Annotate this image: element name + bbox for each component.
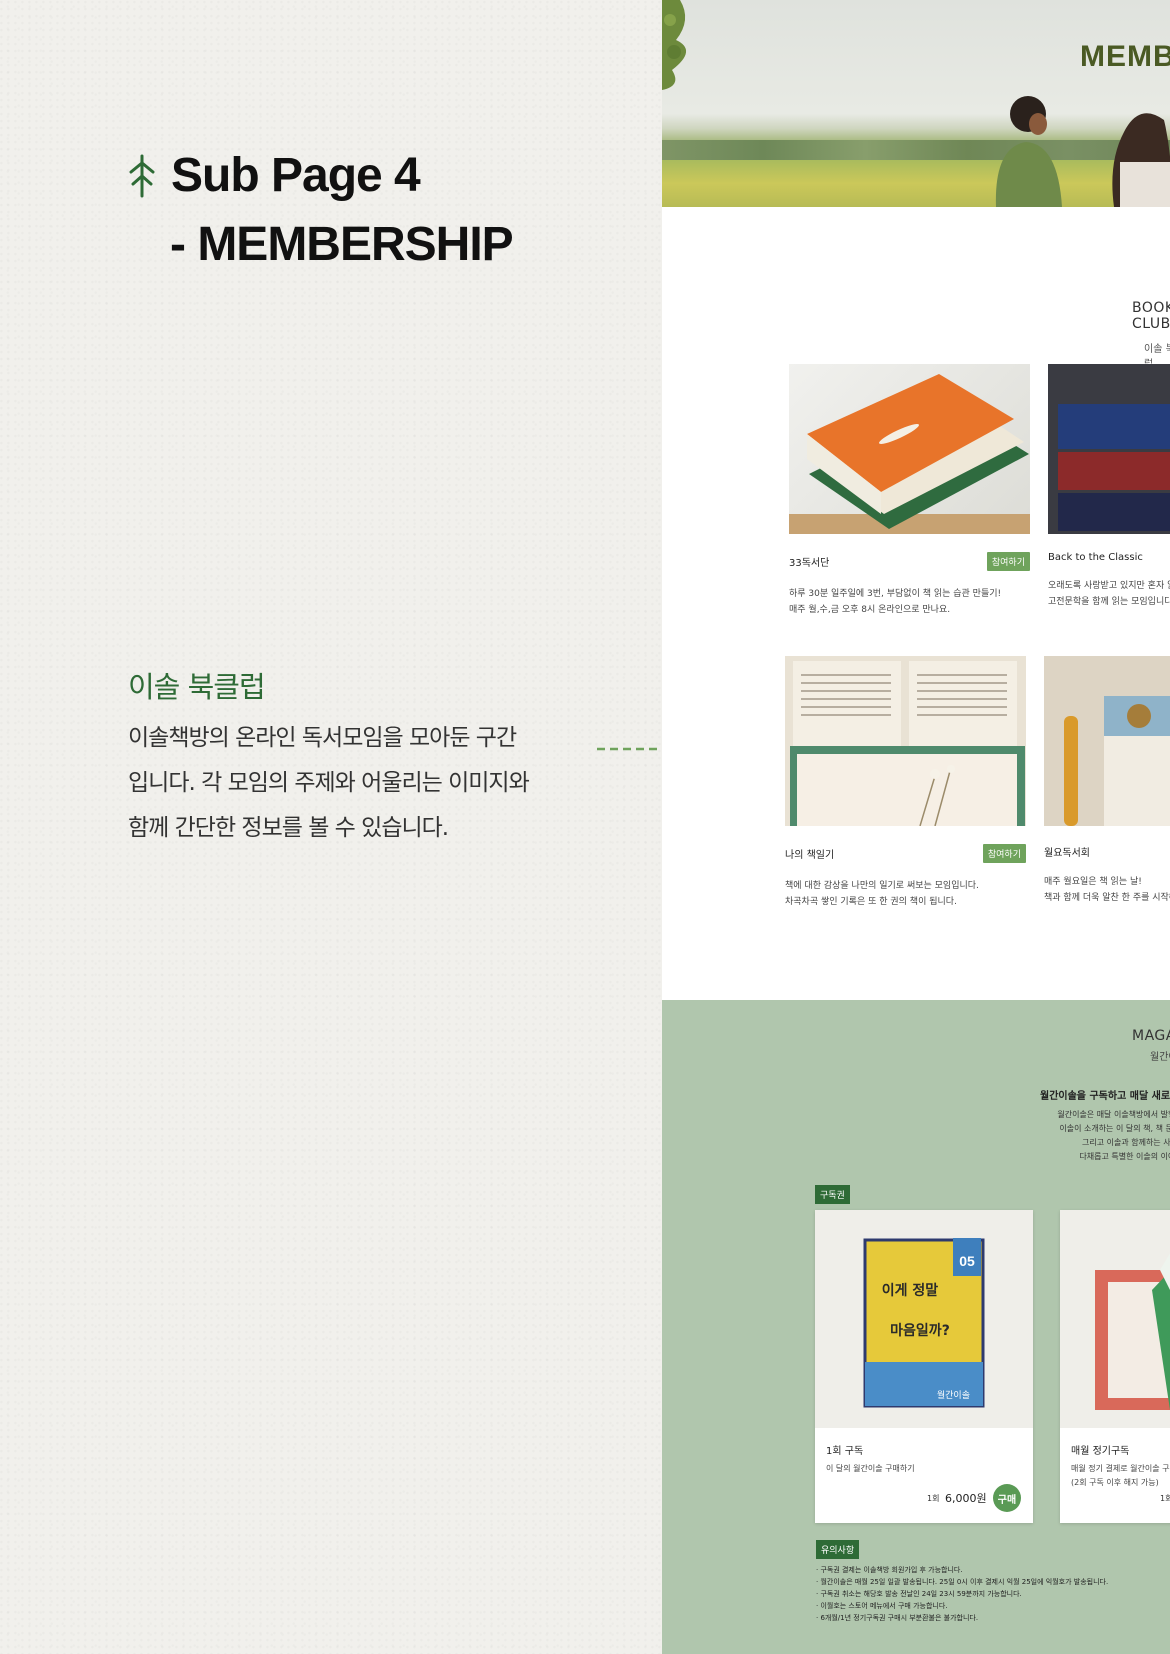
annotation-line: 함께 간단한 정보를 볼 수 있습니다. — [128, 815, 449, 841]
section-annotation: 이솔 북클럽 이솔책방의 온라인 독서모임을 모아둔 구간 입니다. 각 모임의… — [128, 664, 588, 851]
club-description: 하루 30분 일주일에 3번, 부담없이 책 읽는 습관 만들기! 매주 월,수… — [789, 586, 1030, 618]
club-name: 33독서단 — [789, 558, 830, 569]
magazine-subtitle: 월간이솔 — [1150, 1052, 1170, 1063]
tree-icon — [129, 154, 155, 197]
club-desc-line: 고전문학을 함께 읽는 모임입니다. — [1048, 597, 1170, 607]
annotation-line: 이솔책방의 온라인 독서모임을 모아둔 구간 — [128, 725, 517, 751]
magazine-para-line: 다채롭고 특별한 이솔의 이야기를 담았습니다. — [1079, 1152, 1170, 1161]
plan-desc-line: (2회 구독 이후 해지 가능) — [1071, 1478, 1159, 1487]
notice-item: · 월간이솔은 매월 25일 일괄 발송됩니다. 25일 0시 이후 결제시 익… — [816, 1578, 1109, 1586]
club-image — [1044, 656, 1170, 826]
hero-treeline — [662, 140, 1170, 160]
hero-meadow — [662, 160, 1170, 207]
magazine-paragraph: 월간이솔은 매달 이솔책방에서 발행하는 잡지입니다. 이솔이 소개하는 이 달… — [1002, 1108, 1170, 1164]
reader-figure — [995, 96, 1062, 207]
club-card[interactable]: 월요독서회 매주 월요일은 책 읽는 날! 책과 함께 더욱 알찬 한 주를 시… — [1044, 656, 1170, 906]
club-name: Back to the Classic — [1048, 552, 1143, 563]
club-desc-line: 매주 월요일은 책 읽는 날! — [1044, 877, 1142, 887]
classic-books-image — [1048, 364, 1170, 534]
plan-price: 6,000원 — [945, 1492, 987, 1505]
notice-item: · 이월호는 스토어 메뉴에서 구매 가능합니다. — [816, 1602, 948, 1610]
magazine-para-line: 월간이솔은 매달 이솔책방에서 발행하는 잡지입니다. — [1057, 1110, 1170, 1119]
magazine-para-line: 그리고 이솔과 함께하는 사람들의 이야기까지 — [1081, 1138, 1170, 1147]
notice-item: · 구독권 취소는 해당호 발송 전날인 24일 23시 59분까지 가능합니다… — [816, 1590, 1022, 1598]
notice-list: · 구독권 결제는 이솔책방 회원가입 후 가능합니다. · 월간이솔은 매월 … — [816, 1564, 1108, 1624]
club-name: 나의 책일기 — [785, 850, 835, 861]
cover-headline-bottom: 마음일까? — [890, 1323, 950, 1339]
club-desc-line: 오래도록 사랑받고 있지만 혼자 읽기 어려운 — [1048, 581, 1170, 591]
annotation-body: 이솔책방의 온라인 독서모임을 모아둔 구간 입니다. 각 모임의 주제와 어울… — [128, 716, 588, 851]
magazine-para-line: 이솔이 소개하는 이 달의 책, 책 문화 프로그램 후기, — [1059, 1124, 1170, 1133]
reader-figure — [1112, 113, 1170, 207]
club-card[interactable]: 33독서단 참여하기 하루 30분 일주일에 3번, 부담없이 책 읽는 습관 … — [789, 364, 1030, 618]
plan-description: 매월 정기 결제로 월간이솔 구독하기 (2회 구독 이후 해지 가능) — [1071, 1462, 1170, 1490]
club-description: 책에 대한 감상을 나만의 일기로 써보는 모임입니다. 차곡차곡 쌓인 기록은… — [785, 878, 1026, 910]
page-title: Sub Page 4 - MEMBERSHIP — [125, 148, 514, 272]
club-image — [789, 364, 1030, 534]
magazine-stack-image — [1095, 1253, 1170, 1410]
annotation-heading: 이솔 북클럽 — [128, 670, 266, 704]
title-line1: Sub Page 4 — [171, 149, 421, 202]
cover-brand: 월간이솔 — [937, 1389, 970, 1401]
club-name: 월요독서회 — [1044, 848, 1090, 859]
monday-calendar-image — [1044, 656, 1170, 826]
plan-desc-line: 매월 정기 결제로 월간이솔 구독하기 — [1071, 1464, 1170, 1473]
join-button[interactable]: 참여하기 — [986, 552, 1030, 571]
diary-image — [785, 656, 1026, 826]
plan-quantity: 1회 — [1160, 1494, 1170, 1503]
club-desc-line: 매주 월,수,금 오후 8시 온라인으로 만나요. — [789, 605, 951, 615]
club-desc-line: 책에 대한 감상을 나만의 일기로 써보는 모임입니다. — [785, 881, 979, 891]
notice-item: · 구독권 결제는 이솔책방 회원가입 후 가능합니다. — [816, 1566, 963, 1574]
magazine-cover-image: 05 이게 정말 마음일까? 월간이솔 — [863, 1238, 985, 1408]
club-card[interactable]: Back to the Classic 오래도록 사랑받고 있지만 혼자 읽기 … — [1048, 364, 1170, 610]
club-description: 오래도록 사랑받고 있지만 혼자 읽기 어려운 고전문학을 함께 읽는 모임입니… — [1048, 578, 1170, 610]
magazine-section: MAGAZINE 월간이솔 월간이솔을 구독하고 매달 새로운 이야기를 만나보… — [662, 1000, 1170, 1654]
join-button[interactable]: 참여하기 — [982, 844, 1026, 863]
club-image — [1048, 364, 1170, 534]
plan-title: 1회 구독 — [826, 1446, 864, 1457]
orange-book-image — [789, 374, 1030, 534]
leaf-icon — [662, 0, 687, 90]
buy-button[interactable]: 구매 — [993, 1484, 1021, 1512]
plan-cover-area — [1060, 1210, 1170, 1428]
club-description: 매주 월요일은 책 읽는 날! 책과 함께 더욱 알찬 한 주를 시작해요. — [1044, 874, 1170, 906]
bookclub-heading: BOOK CLUB 이솔 북클럽 — [1132, 300, 1170, 370]
plan-quantity: 1회 — [927, 1494, 940, 1503]
bookclub-title: BOOK CLUB — [1132, 300, 1170, 332]
membership-page-mockup: MEMBERSHIP BOOK CLUB 이솔 북클럽 33독서단 참여하기 하… — [662, 0, 1170, 1654]
hero-banner: MEMBERSHIP — [662, 0, 1170, 207]
plan-desc-line: 이 달의 월간이솔 구매하기 — [826, 1464, 915, 1473]
plan-title: 매월 정기구독 — [1071, 1446, 1130, 1457]
plan-card[interactable]: 05 이게 정말 마음일까? 월간이솔 1회 구독 이 달의 월간이솔 구매하기… — [815, 1210, 1033, 1523]
title-line2: - MEMBERSHIP — [170, 218, 514, 271]
magazine-title: MAGAZINE — [1132, 1028, 1170, 1044]
plan-description: 이 달의 월간이솔 구매하기 — [826, 1462, 915, 1476]
annotation-line: 입니다. 각 모임의 주제와 어울리는 이미지와 — [128, 770, 530, 796]
plan-cover-area: 05 이게 정말 마음일까? 월간이솔 — [815, 1210, 1033, 1428]
cover-issue: 05 — [959, 1253, 975, 1269]
club-card[interactable]: 나의 책일기 참여하기 책에 대한 감상을 나만의 일기로 써보는 모임입니다.… — [785, 656, 1026, 910]
cover-headline-top: 이게 정말 — [882, 1282, 939, 1299]
notice-tag: 유의사항 — [816, 1540, 860, 1559]
club-image — [785, 656, 1026, 826]
club-desc-line: 하루 30분 일주일에 3번, 부담없이 책 읽는 습관 만들기! — [789, 589, 1002, 599]
club-desc-line: 책과 함께 더욱 알찬 한 주를 시작해요. — [1044, 893, 1170, 903]
subscription-tag: 구독권 — [815, 1185, 850, 1204]
notice-item: · 6개월/1년 정기구독권 구매시 부분환불은 불가합니다. — [816, 1614, 979, 1622]
hero-title: MEMBERSHIP — [1080, 40, 1170, 73]
club-desc-line: 차곡차곡 쌓인 기록은 또 한 권의 책이 됩니다. — [785, 897, 957, 907]
plan-card[interactable]: 매월 정기구독 매월 정기 결제로 월간이솔 구독하기 (2회 구독 이후 해지… — [1060, 1210, 1170, 1523]
magazine-lead: 월간이솔을 구독하고 매달 새로운 이야기를 만나보세요. — [1040, 1091, 1170, 1102]
